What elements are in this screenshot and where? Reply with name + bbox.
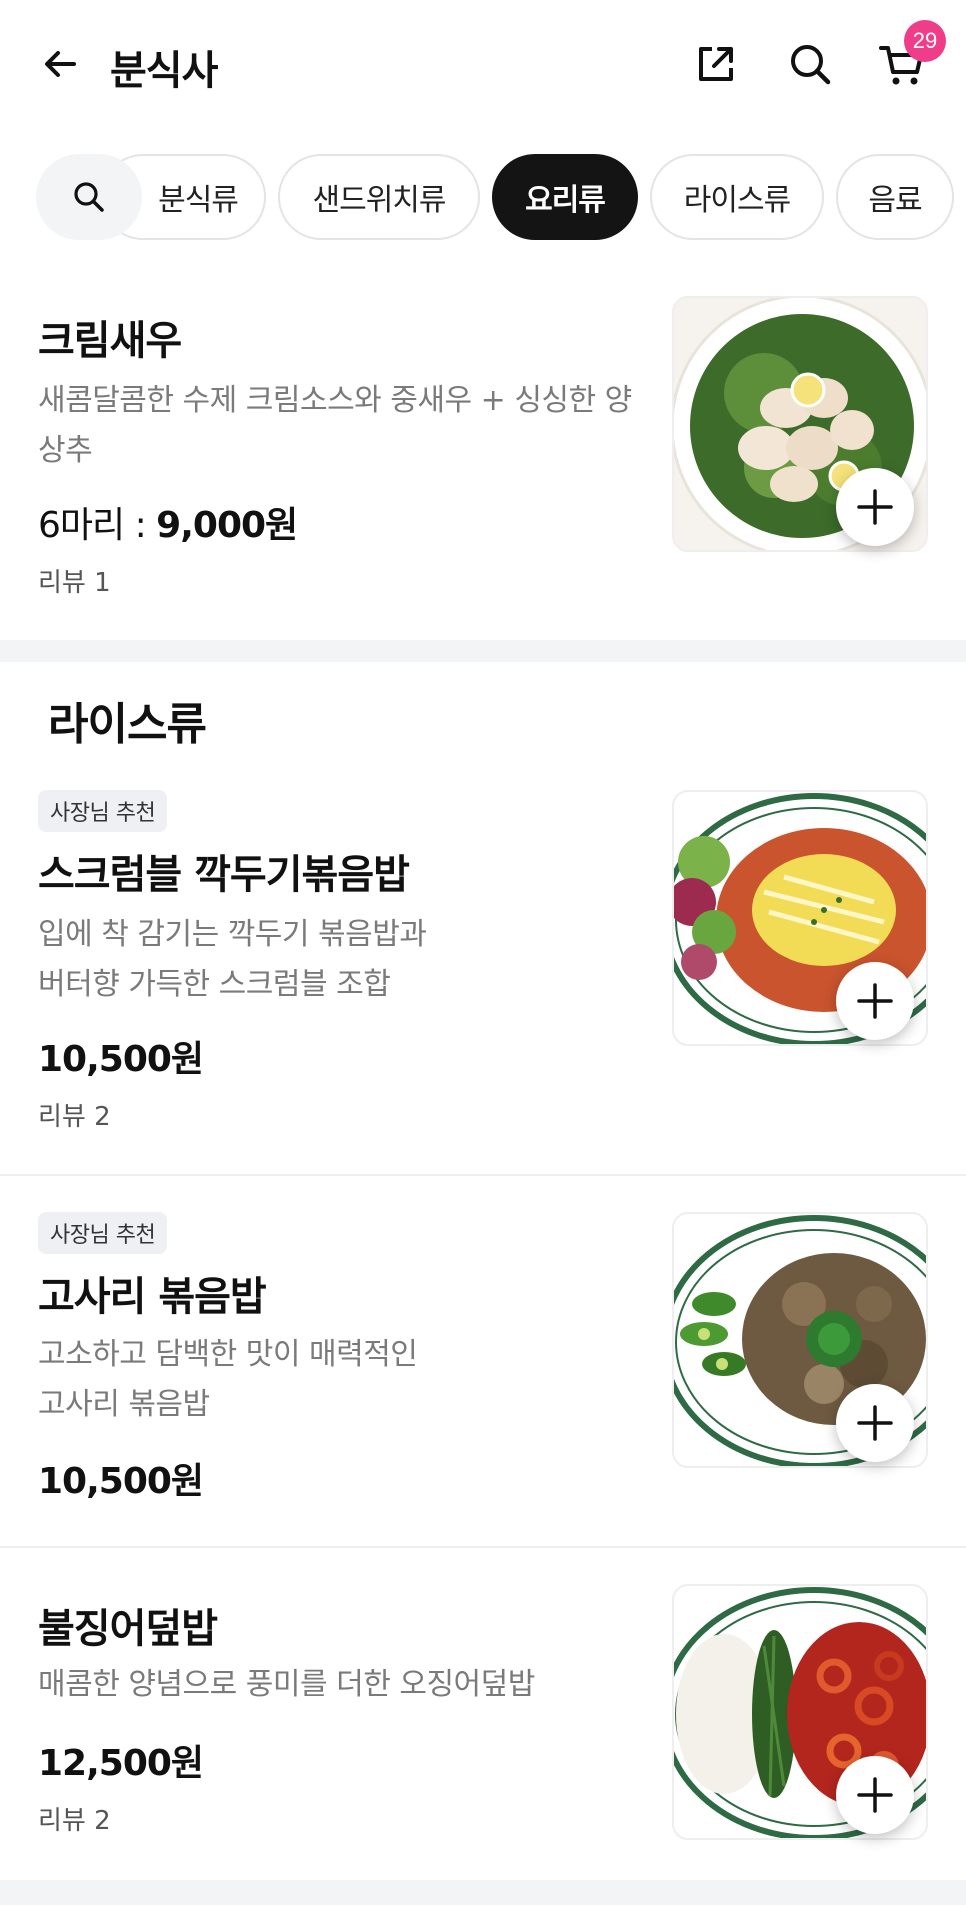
item-description: 고소하고 담백한 맛이 매력적인 고사리 볶음밥: [38, 1337, 418, 1422]
plus-icon: [857, 1777, 893, 1813]
menu-item-cream-shrimp[interactable]: 크림새우 새콤달콤한 수제 크림소스와 중새우 + 싱싱한 양상추 6마리 : …: [0, 0, 966, 640]
menu-item-gosari-fried-rice[interactable]: 사장님 추천 고사리 볶음밥 고소하고 담백한 맛이 매력적인 고사리 볶음밥 …: [0, 1176, 966, 1546]
section-divider: [0, 640, 966, 662]
section-title-rice: 라이스류: [48, 699, 207, 750]
item-name: 크림새우: [38, 318, 182, 364]
item-price: 10,500원: [38, 1461, 204, 1502]
plus-icon: [857, 489, 893, 525]
menu-item-spicy-squid-bowl[interactable]: 불징어덮밥 매콤한 양념으로 풍미를 더한 오징어덮밥 12,500원 리뷰 2: [0, 1548, 966, 1878]
item-name: 스크럼블 깍두기볶음밥: [38, 852, 410, 898]
section-divider: [0, 1880, 966, 1905]
add-to-cart-button[interactable]: [836, 1384, 914, 1462]
item-name: 불징어덮밥: [38, 1606, 218, 1652]
item-review-count: 리뷰 2: [38, 1102, 111, 1132]
add-to-cart-button[interactable]: [836, 1756, 914, 1834]
owner-recommend-badge: 사장님 추천: [38, 790, 168, 832]
plus-icon: [857, 1405, 893, 1441]
item-name: 고사리 볶음밥: [38, 1274, 267, 1320]
add-to-cart-button[interactable]: [836, 962, 914, 1040]
item-price: 6마리 : 9,000원: [38, 505, 298, 546]
item-description: 매콤한 양념으로 풍미를 더한 오징어덮밥: [38, 1667, 535, 1702]
item-review-count: 리뷰 2: [38, 1806, 111, 1836]
plus-icon: [857, 983, 893, 1019]
item-price: 12,500원: [38, 1743, 204, 1784]
item-price: 10,500원: [38, 1039, 204, 1080]
add-to-cart-button[interactable]: [836, 468, 914, 546]
item-review-count: 리뷰 1: [38, 568, 111, 598]
item-description: 새콤달콤한 수제 크림소스와 중새우 + 싱싱한 양상추: [38, 383, 632, 468]
item-description: 입에 착 감기는 깍두기 볶음밥과 버터향 가득한 스크럼블 조합: [38, 917, 427, 1002]
owner-recommend-badge: 사장님 추천: [38, 1212, 168, 1254]
menu-item-scramble-fried-rice[interactable]: 사장님 추천 스크럼블 깍두기볶음밥 입에 착 감기는 깍두기 볶음밥과 버터향…: [0, 780, 966, 1174]
